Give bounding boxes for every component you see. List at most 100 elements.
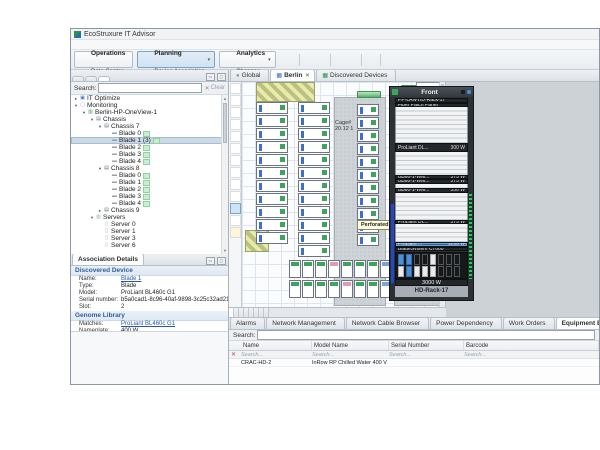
map-rack[interactable]: [357, 169, 379, 181]
tab-power[interactable]: [264, 308, 269, 317]
filter-cell[interactable]: Search...: [464, 352, 599, 358]
tab-genomes[interactable]: [85, 76, 97, 81]
clear-filter-icon[interactable]: ✕: [231, 351, 236, 358]
blade-slot[interactable]: [454, 266, 460, 277]
column-header[interactable]: Barcode: [464, 341, 599, 350]
map-rack[interactable]: [256, 141, 288, 153]
tree-item[interactable]: ▬ Blade 2: [71, 186, 222, 193]
tree-item[interactable]: ▬ Blade 0: [71, 172, 222, 179]
map-rack[interactable]: [256, 206, 288, 218]
sync-db-icon[interactable]: [409, 55, 419, 65]
zoom-out-icon[interactable]: [230, 107, 241, 118]
map-rack[interactable]: [256, 219, 288, 231]
rack-unit[interactable]: [395, 107, 468, 143]
floor-tile-rack[interactable]: [367, 260, 379, 278]
map-rack[interactable]: [357, 195, 379, 207]
tab-navigation[interactable]: [72, 76, 84, 81]
tree-item[interactable]: ▾ ▤ Chassis 7: [71, 123, 222, 130]
blade-slot[interactable]: [454, 254, 460, 265]
map-rack[interactable]: [256, 154, 288, 166]
floor-tile-rack[interactable]: [341, 260, 353, 278]
tree-item[interactable]: ▬ Blade 3: [71, 151, 222, 158]
tab-network-cable-browser[interactable]: Network Cable Browser: [346, 318, 429, 329]
planning-button[interactable]: PlanningDevice Association ▾: [137, 51, 215, 68]
toolbar-icon[interactable]: [330, 54, 331, 66]
tree-item[interactable]: ▾ ▥ Berlin-HP-OneView-1: [71, 109, 222, 116]
tree-item[interactable]: ▸ ▤ Chassis 9: [71, 207, 222, 214]
tree-item[interactable]: ▬ Blade 3: [71, 193, 222, 200]
rack-unit[interactable]: [395, 224, 468, 242]
filter-cell[interactable]: Search...: [312, 352, 389, 358]
close-icon[interactable]: ×: [306, 72, 310, 79]
map-rack[interactable]: [357, 117, 379, 129]
toolbar-icon[interactable]: [380, 54, 381, 66]
scroll-up-icon[interactable]: ▲: [222, 95, 228, 102]
clipboard-icon[interactable]: [230, 179, 241, 190]
blade-slot[interactable]: [438, 254, 444, 265]
zoom-fit-icon[interactable]: [230, 119, 241, 130]
blade-slot[interactable]: [406, 254, 412, 265]
blade-chassis[interactable]: [395, 252, 468, 279]
blade-slot[interactable]: [422, 254, 428, 265]
export-db-icon[interactable]: [421, 55, 431, 65]
map-rack[interactable]: [256, 115, 288, 127]
blade-slot[interactable]: [430, 266, 436, 277]
floor-tile-rack[interactable]: [367, 280, 379, 298]
filter-cell[interactable]: Search...: [241, 352, 312, 358]
cursor-icon[interactable]: [230, 203, 241, 214]
map-rack[interactable]: [298, 141, 330, 153]
map-rack[interactable]: [357, 182, 379, 194]
floor-tile-rack[interactable]: [315, 260, 327, 278]
tree-item[interactable]: ▯ Server 6: [71, 242, 222, 249]
tree-item[interactable]: ▬ Blade 0: [71, 130, 222, 137]
tab-power-dependency[interactable]: Power Dependency: [430, 318, 502, 329]
blade-slot[interactable]: [398, 266, 404, 277]
column-header[interactable]: Serial Number: [389, 341, 464, 350]
map-rack[interactable]: [298, 115, 330, 127]
map-rack[interactable]: [298, 154, 330, 166]
tree-item[interactable]: ▬ Blade 1: [71, 179, 222, 186]
map-rack[interactable]: [298, 128, 330, 140]
layers-icon[interactable]: [230, 143, 241, 154]
map-rack[interactable]: [256, 232, 288, 244]
table-row[interactable]: CRAC-HD-2 InRow RP Chilled Water 400 V: [229, 359, 599, 367]
maximize-icon[interactable]: ▢: [217, 257, 226, 265]
blade-slot[interactable]: [406, 266, 412, 277]
floor-tile-rack[interactable]: [315, 280, 327, 298]
map-rack[interactable]: [256, 128, 288, 140]
map-rack[interactable]: [298, 206, 330, 218]
overview-icon[interactable]: [230, 131, 241, 142]
column-header[interactable]: Model Name: [312, 341, 389, 350]
save-db-icon[interactable]: [397, 55, 407, 65]
blade-slot[interactable]: [446, 254, 452, 265]
map-rack[interactable]: [298, 167, 330, 179]
floor-tile-rack[interactable]: [302, 280, 314, 298]
rack-unit[interactable]: [395, 193, 468, 220]
blade-slot[interactable]: [398, 254, 404, 265]
map-rack[interactable]: [357, 156, 379, 168]
rack-unit[interactable]: [395, 152, 468, 175]
rack-unit[interactable]: ProLiant DL... 300 W: [395, 143, 468, 152]
tab-global[interactable]: ● Global: [230, 70, 269, 81]
tree-item[interactable]: ▾ ▤ Chassis: [71, 116, 222, 123]
floor-tile-rack[interactable]: [328, 260, 340, 278]
toolbar-icon[interactable]: [299, 54, 300, 66]
tree-search-input[interactable]: [98, 83, 201, 93]
blade-slot[interactable]: [414, 254, 420, 265]
tab-network-management[interactable]: Network Management: [266, 318, 345, 329]
tree-item[interactable]: ▸ ▣ IT Optimize: [71, 95, 222, 102]
clear-button[interactable]: ✕Clear: [205, 85, 225, 92]
operations-button[interactable]: OperationsData Center: [74, 51, 133, 68]
blade-slot[interactable]: [438, 266, 444, 277]
blade-slot[interactable]: [430, 254, 436, 265]
pin-icon[interactable]: [335, 55, 345, 65]
tree-item[interactable]: ▾ ▤ Chassis 8: [71, 165, 222, 172]
note-icon[interactable]: [230, 227, 241, 238]
copy-icon[interactable]: [347, 55, 357, 65]
tab-equipment-browser[interactable]: Equipment Browser×: [556, 318, 599, 329]
lock-icon[interactable]: [230, 191, 241, 202]
analytics-button[interactable]: AnalyticsChanges ▾: [219, 51, 275, 68]
map-rack[interactable]: [298, 180, 330, 192]
floor-tile-rack[interactable]: [289, 260, 301, 278]
pan-icon[interactable]: [230, 83, 241, 94]
